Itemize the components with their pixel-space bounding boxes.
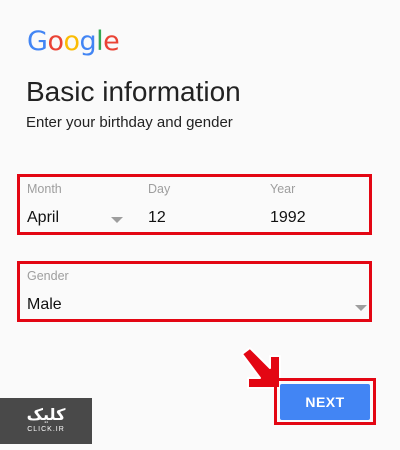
logo-letter: e: [103, 26, 120, 57]
month-label: Month: [27, 182, 62, 196]
day-value: 12: [148, 209, 166, 226]
logo-letter: G: [27, 26, 48, 57]
watermark-text: کلیک: [26, 407, 66, 424]
month-value: April: [27, 209, 60, 226]
gender-value: Male: [27, 296, 62, 313]
day-input[interactable]: Day 12: [143, 176, 253, 232]
year-value: 1992: [270, 209, 306, 226]
year-input[interactable]: Year 1992: [265, 176, 369, 232]
chevron-down-icon: [355, 305, 367, 311]
logo-letter: o: [47, 26, 64, 57]
watermark-subtext: CLICK.IR: [27, 426, 65, 433]
year-label: Year: [270, 182, 296, 196]
watermark-logo: کلیک CLICK.IR: [0, 398, 92, 444]
gender-dropdown[interactable]: Gender Male: [22, 263, 370, 319]
logo-letter: g: [79, 26, 97, 57]
gender-label: Gender: [27, 269, 69, 283]
day-label: Day: [148, 182, 171, 196]
page-title: Basic information: [26, 76, 241, 107]
logo-letter: l: [96, 26, 104, 57]
next-button[interactable]: NEXT: [280, 384, 370, 420]
google-logo: Google: [27, 26, 120, 57]
month-dropdown[interactable]: Month April: [22, 176, 130, 232]
chevron-down-icon: [111, 217, 123, 223]
logo-letter: o: [63, 26, 80, 57]
page-subtitle: Enter your birthday and gender: [26, 114, 233, 131]
